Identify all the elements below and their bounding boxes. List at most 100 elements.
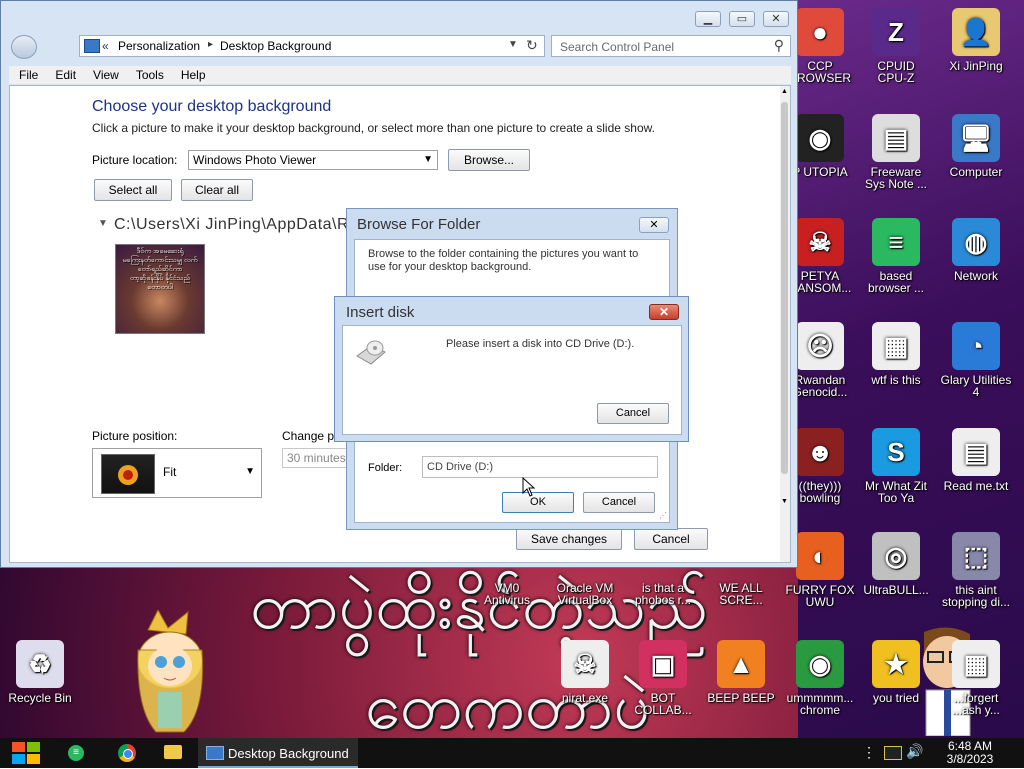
minimize-button[interactable]: ▁ bbox=[695, 11, 721, 27]
desktop-icon-image: ▤ bbox=[952, 428, 1000, 476]
menu-edit[interactable]: Edit bbox=[45, 66, 83, 82]
desktop-icon[interactable]: ▦ ...forgert ...ash y... bbox=[936, 640, 1016, 716]
back-button[interactable] bbox=[11, 35, 37, 59]
save-changes-button[interactable]: Save changes bbox=[516, 528, 622, 550]
desktop-icon[interactable]: ▣ BOT COLLAB... bbox=[623, 640, 703, 716]
address-overflow-chevron[interactable]: « bbox=[102, 39, 109, 53]
select-all-button[interactable]: Select all bbox=[94, 179, 172, 201]
desktop-icon[interactable]: ☠ nirat.exe bbox=[545, 640, 625, 704]
picture-position-label: Picture position: bbox=[92, 429, 178, 443]
collapse-chevron-icon[interactable]: ▼ bbox=[98, 218, 108, 229]
address-bar[interactable]: « Personalization ▸ Desktop Background ▼… bbox=[79, 35, 545, 57]
volume-icon[interactable]: 🔊 bbox=[906, 743, 923, 760]
desktop-icon[interactable]: ▦ wtf is this bbox=[856, 322, 936, 386]
search-icon[interactable]: ⚲ bbox=[774, 37, 784, 54]
desktop-icon-label: you tried bbox=[872, 691, 920, 705]
desktop-icon[interactable]: 🖥 Computer bbox=[936, 114, 1016, 178]
desktop-icon-image: ▲ bbox=[717, 640, 765, 688]
file-explorer-icon[interactable] bbox=[164, 745, 182, 759]
desktop-icon[interactable]: ◔ Glary Utilities 4 bbox=[936, 322, 1016, 398]
maximize-button[interactable]: ▭ bbox=[729, 11, 755, 27]
desktop-icon-label: Computer bbox=[949, 165, 1003, 179]
picture-location-value: Windows Photo Viewer bbox=[193, 153, 317, 167]
desktop-icon-image: ☹ bbox=[796, 322, 844, 370]
desktop-icon-label: BOT COLLAB... bbox=[634, 691, 692, 717]
desktop-icon[interactable]: ▤ Read me.txt bbox=[936, 428, 1016, 492]
folder-input[interactable]: CD Drive (D:) bbox=[422, 456, 658, 478]
menu-view[interactable]: View bbox=[83, 66, 126, 82]
insert-disk-message: Please insert a disk into CD Drive (D:). bbox=[446, 338, 635, 350]
menu-file[interactable]: File bbox=[9, 66, 45, 82]
clock[interactable]: 6:48 AM 3/8/2023 bbox=[936, 740, 1004, 766]
desktop-icon-label: WE ALL SCRE... bbox=[719, 581, 763, 607]
desktop-icon-image: 🖥 bbox=[952, 114, 1000, 162]
network-icon[interactable] bbox=[884, 746, 902, 760]
picture-position-select[interactable]: Fit ▼ bbox=[92, 448, 262, 498]
desktop-icon[interactable]: ▲ BEEP BEEP bbox=[701, 640, 781, 704]
desktop-icon-label: Recycle Bin bbox=[8, 691, 72, 705]
desktop-icon[interactable]: Z CPUID CPU-Z bbox=[856, 8, 936, 84]
ok-button[interactable]: OK bbox=[502, 492, 574, 513]
taskbar-window-label: Desktop Background bbox=[228, 746, 349, 761]
desktop-icon-image: S bbox=[872, 428, 920, 476]
overflow-dots-icon[interactable]: ⋮ bbox=[862, 744, 876, 761]
browse-dialog-description: Browse to the folder containing the pict… bbox=[368, 248, 639, 273]
scroll-down-icon[interactable]: ▼ bbox=[781, 498, 788, 505]
desktop-icon-image: ▦ bbox=[872, 322, 920, 370]
folder-path-group: C:\Users\Xi JinPing\AppData\Ro bbox=[114, 216, 359, 233]
desktop-icon-image: ▣ bbox=[639, 640, 687, 688]
desktop-icon-image: ◐ bbox=[796, 532, 844, 580]
breadcrumb-desktop-background[interactable]: Desktop Background bbox=[220, 39, 331, 53]
desktop-icon[interactable]: ◉ ummmmm... chrome bbox=[780, 640, 860, 716]
search-box[interactable]: Search Control Panel ⚲ bbox=[551, 35, 791, 57]
desktop-icon[interactable]: ♻ Recycle Bin bbox=[0, 640, 80, 704]
desktop-icon-image: ☠ bbox=[561, 640, 609, 688]
desktop-icon[interactable]: S Mr What Zit Too Ya bbox=[856, 428, 936, 504]
scrollbar-thumb[interactable] bbox=[781, 102, 788, 474]
wallpaper-thumbnail[interactable]: ဒီဝ်က အမေဆေးရုံ မကြေးနတ်ကောင်းသမျှ လက် တ… bbox=[115, 244, 205, 334]
desktop-icon-label: BEEP BEEP bbox=[707, 691, 775, 705]
desktop-icon[interactable]: ★ you tried bbox=[856, 640, 936, 704]
address-dropdown-icon[interactable]: ▼ bbox=[508, 39, 518, 50]
chrome-icon[interactable] bbox=[118, 744, 136, 762]
cancel-button[interactable]: Cancel bbox=[634, 528, 708, 550]
desktop-icon-image: ☻ bbox=[796, 428, 844, 476]
menu-tools[interactable]: Tools bbox=[126, 66, 171, 82]
desktop-icon-label: this aint stopping di... bbox=[941, 583, 1011, 609]
refresh-icon[interactable]: ↻ bbox=[526, 37, 538, 54]
close-button[interactable]: ✕ bbox=[763, 11, 789, 27]
desktop-icon[interactable]: ≡ based browser ... bbox=[856, 218, 936, 294]
menu-help[interactable]: Help bbox=[171, 66, 213, 82]
desktop-icon-label: Glary Utilities 4 bbox=[940, 373, 1012, 399]
desktop-icon-label: Oracle VM VirtualBox bbox=[556, 581, 614, 607]
picture-position-value: Fit bbox=[163, 465, 177, 479]
picture-location-select[interactable]: Windows Photo Viewer ▼ bbox=[188, 150, 438, 170]
close-icon[interactable]: ✕ bbox=[649, 304, 679, 320]
desktop-icon[interactable]: ◎ UltraBULL... bbox=[856, 532, 936, 596]
resize-grip-icon[interactable]: ⋰ bbox=[659, 511, 667, 520]
desktop-icon-image: ● bbox=[796, 8, 844, 56]
desktop-icon-label: CPUID CPU-Z bbox=[877, 59, 915, 85]
browse-button[interactable]: Browse... bbox=[448, 149, 530, 171]
desktop-icon[interactable]: ◍ Network bbox=[936, 218, 1016, 282]
insert-disk-cancel-button[interactable]: Cancel bbox=[597, 403, 669, 424]
vertical-scrollbar[interactable]: ▲ ▼ bbox=[780, 86, 790, 562]
start-windows-icon[interactable] bbox=[10, 740, 42, 766]
desktop-icon[interactable]: ▤ Freeware Sys Note ... bbox=[856, 114, 936, 190]
desktop-icon[interactable]: 👤 Xi JinPing bbox=[936, 8, 1016, 72]
chevron-down-icon: ▼ bbox=[423, 154, 433, 165]
desktop-icon-label: ...forgert ...ash y... bbox=[952, 691, 1000, 717]
scroll-up-icon[interactable]: ▲ bbox=[781, 88, 788, 95]
desktop-icon-image: ⬚ bbox=[952, 532, 1000, 580]
desktop-icon-label: Mr What Zit Too Ya bbox=[865, 479, 927, 505]
desktop-icon-image: ◔ bbox=[952, 322, 1000, 370]
change-picture-select[interactable]: 30 minutes bbox=[282, 448, 352, 468]
browser-pinned-icon[interactable]: ≡ bbox=[68, 745, 84, 761]
breadcrumb-personalization[interactable]: Personalization bbox=[118, 39, 200, 53]
close-icon[interactable]: ✕ bbox=[639, 217, 669, 233]
clear-all-button[interactable]: Clear all bbox=[181, 179, 253, 201]
insert-disk-dialog: Insert disk ✕ Please insert a disk into … bbox=[334, 296, 689, 442]
browse-cancel-button[interactable]: Cancel bbox=[583, 492, 655, 513]
taskbar-active-window[interactable]: Desktop Background bbox=[198, 738, 358, 768]
desktop-icon[interactable]: ⬚ this aint stopping di... bbox=[936, 532, 1016, 608]
